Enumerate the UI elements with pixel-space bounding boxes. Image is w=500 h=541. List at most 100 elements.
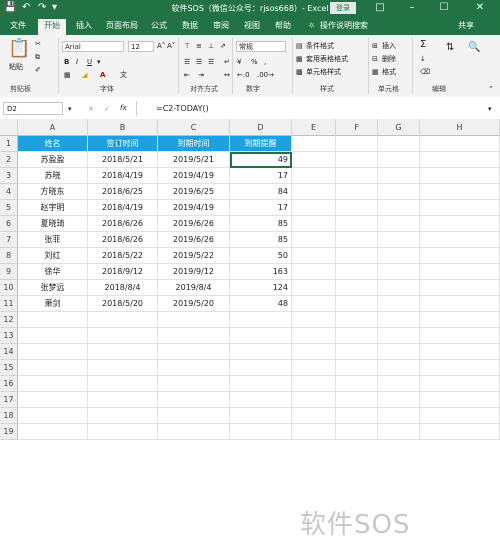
insert-cells-button[interactable]: 插入 — [382, 41, 396, 51]
empty-cell[interactable] — [420, 216, 500, 232]
empty-cell[interactable] — [292, 216, 336, 232]
empty-cell[interactable] — [378, 280, 420, 296]
increase-decimal-icon[interactable]: ←.0 — [237, 70, 250, 80]
empty-cell[interactable] — [420, 360, 500, 376]
empty-cell[interactable] — [292, 296, 336, 312]
row-header[interactable]: 16 — [0, 376, 18, 392]
table-cell[interactable]: 2018/5/20 — [88, 296, 158, 312]
empty-cell[interactable] — [292, 152, 336, 168]
empty-cell[interactable] — [336, 360, 378, 376]
empty-cell[interactable] — [292, 200, 336, 216]
empty-cell[interactable] — [18, 376, 88, 392]
table-cell[interactable]: 萧剑 — [18, 296, 88, 312]
table-cell[interactable]: 方晓东 — [18, 184, 88, 200]
increase-font-icon[interactable]: A˄ — [157, 41, 165, 51]
empty-cell[interactable] — [88, 424, 158, 440]
empty-cell[interactable] — [158, 360, 230, 376]
empty-cell[interactable] — [18, 344, 88, 360]
table-cell[interactable]: 徐华 — [18, 264, 88, 280]
empty-cell[interactable] — [158, 344, 230, 360]
table-header-cell[interactable]: 到期提醒 — [230, 136, 292, 152]
empty-cell[interactable] — [18, 424, 88, 440]
insert-function-button[interactable]: fx — [120, 103, 127, 113]
name-box[interactable]: D2 — [3, 102, 63, 115]
empty-cell[interactable] — [336, 424, 378, 440]
empty-cell[interactable] — [378, 296, 420, 312]
table-cell[interactable]: 17 — [230, 200, 292, 216]
empty-cell[interactable] — [292, 280, 336, 296]
empty-cell[interactable] — [18, 328, 88, 344]
table-cell[interactable]: 2019/9/12 — [158, 264, 230, 280]
empty-cell[interactable] — [292, 344, 336, 360]
empty-cell[interactable] — [336, 216, 378, 232]
empty-cell[interactable] — [420, 168, 500, 184]
empty-cell[interactable] — [292, 136, 336, 152]
accounting-format-icon[interactable]: ¥ — [237, 57, 241, 67]
table-cell[interactable]: 85 — [230, 216, 292, 232]
empty-cell[interactable] — [336, 328, 378, 344]
empty-cell[interactable] — [18, 392, 88, 408]
conditional-format-button[interactable]: 条件格式 — [306, 41, 334, 51]
tab-page-layout[interactable]: 页面布局 — [106, 21, 138, 31]
column-header[interactable]: E — [292, 119, 336, 136]
underline-dropdown-icon[interactable]: ▾ — [97, 57, 101, 67]
row-header[interactable]: 15 — [0, 360, 18, 376]
row-header[interactable]: 19 — [0, 424, 18, 440]
empty-cell[interactable] — [18, 312, 88, 328]
table-cell[interactable]: 2019/4/19 — [158, 200, 230, 216]
empty-cell[interactable] — [230, 344, 292, 360]
empty-cell[interactable] — [292, 264, 336, 280]
row-header[interactable]: 18 — [0, 408, 18, 424]
empty-cell[interactable] — [292, 328, 336, 344]
table-cell[interactable]: 2019/5/20 — [158, 296, 230, 312]
empty-cell[interactable] — [336, 296, 378, 312]
empty-cell[interactable] — [378, 216, 420, 232]
empty-cell[interactable] — [336, 280, 378, 296]
clipboard-icon[interactable]: 📋 — [8, 39, 30, 59]
tab-view[interactable]: 视图 — [244, 21, 260, 31]
empty-cell[interactable] — [378, 136, 420, 152]
column-header[interactable]: H — [420, 119, 500, 136]
empty-cell[interactable] — [336, 392, 378, 408]
empty-cell[interactable] — [158, 392, 230, 408]
empty-cell[interactable] — [420, 184, 500, 200]
format-as-table-button[interactable]: 套用表格格式 — [306, 54, 348, 64]
font-name-select[interactable]: Arial — [62, 41, 124, 52]
empty-cell[interactable] — [420, 248, 500, 264]
table-cell[interactable]: 2018/6/26 — [88, 232, 158, 248]
percent-icon[interactable]: % — [251, 57, 258, 67]
table-cell[interactable]: 苏盈盈 — [18, 152, 88, 168]
empty-cell[interactable] — [336, 184, 378, 200]
cut-icon[interactable]: ✂ — [35, 39, 41, 49]
empty-cell[interactable] — [292, 248, 336, 264]
empty-cell[interactable] — [378, 248, 420, 264]
row-header[interactable]: 3 — [0, 168, 18, 184]
column-header[interactable]: B — [88, 119, 158, 136]
empty-cell[interactable] — [420, 312, 500, 328]
row-header[interactable]: 4 — [0, 184, 18, 200]
underline-button[interactable]: U — [87, 57, 92, 67]
fill-color-icon[interactable]: ◢ — [82, 70, 87, 80]
empty-cell[interactable] — [420, 152, 500, 168]
empty-cell[interactable] — [230, 408, 292, 424]
table-cell[interactable]: 夏晓琦 — [18, 216, 88, 232]
name-box-dropdown-icon[interactable]: ▾ — [68, 104, 72, 114]
table-cell[interactable]: 163 — [230, 264, 292, 280]
empty-cell[interactable] — [378, 360, 420, 376]
empty-cell[interactable] — [18, 408, 88, 424]
enter-icon[interactable]: ✓ — [104, 104, 110, 114]
clear-icon[interactable]: ⌫ — [420, 67, 430, 77]
increase-indent-icon[interactable]: ⇥ — [198, 70, 204, 80]
cancel-icon[interactable]: ✕ — [88, 104, 94, 114]
table-cell[interactable]: 2018/5/21 — [88, 152, 158, 168]
empty-cell[interactable] — [336, 248, 378, 264]
border-icon[interactable]: ▦ — [64, 70, 71, 80]
row-header[interactable]: 17 — [0, 392, 18, 408]
table-cell[interactable]: 2019/6/25 — [158, 184, 230, 200]
empty-cell[interactable] — [88, 408, 158, 424]
empty-cell[interactable] — [336, 168, 378, 184]
font-size-select[interactable]: 12 — [128, 41, 154, 52]
table-cell[interactable]: 2018/6/26 — [88, 216, 158, 232]
table-cell[interactable]: 2018/6/25 — [88, 184, 158, 200]
table-cell[interactable]: 124 — [230, 280, 292, 296]
